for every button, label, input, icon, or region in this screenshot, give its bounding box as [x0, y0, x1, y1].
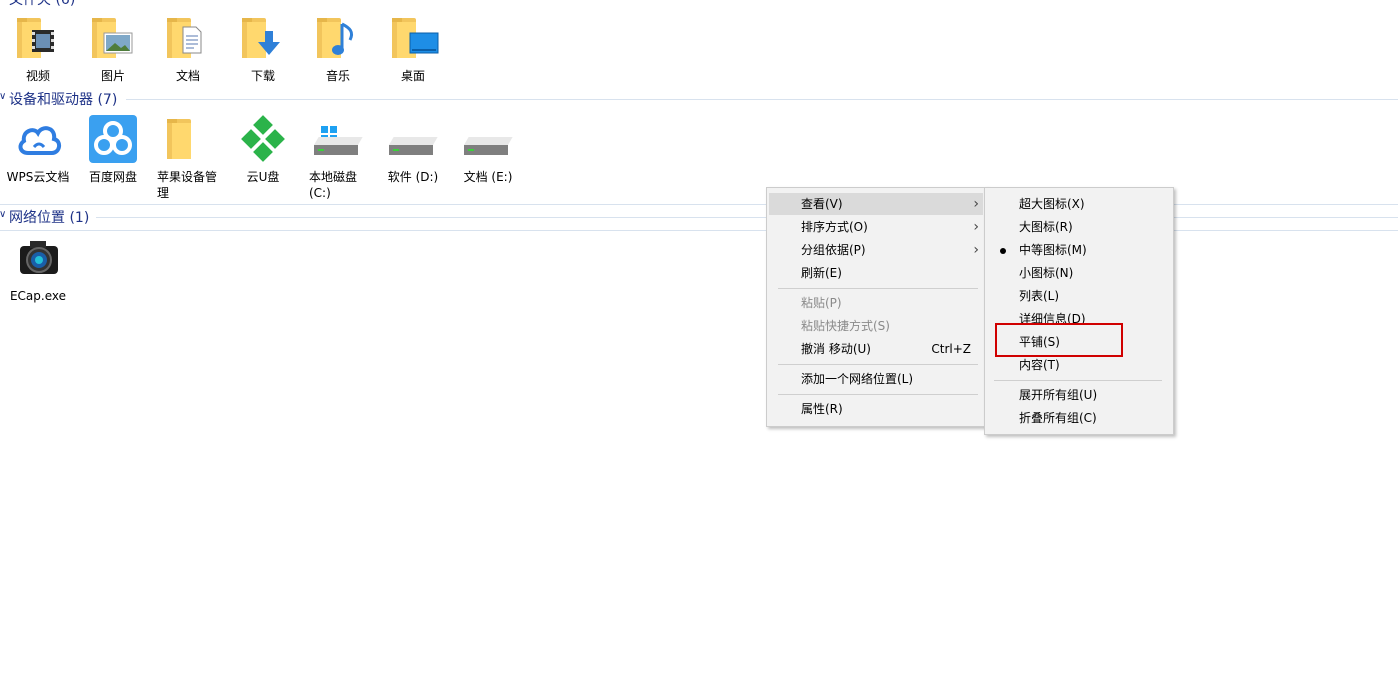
- menu-separator: [778, 364, 978, 365]
- device-label: 本地磁盘 (C:): [309, 170, 358, 200]
- chevron-right-icon: ›: [973, 196, 979, 212]
- group-title-network: 网络位置 (1): [9, 210, 90, 226]
- submenu-item-small-icons[interactable]: 小图标(N): [987, 262, 1169, 284]
- group-header-folders[interactable]: 文件夹 (6): [0, 0, 1398, 8]
- video-folder-icon: [10, 16, 66, 66]
- menu-shortcut: Ctrl+Z: [931, 342, 971, 356]
- group-header-network[interactable]: ∨ 网络位置 (1): [0, 208, 1398, 226]
- device-baidu-netdisk[interactable]: 百度网盘: [78, 115, 148, 185]
- folder-label: 文档: [175, 69, 200, 83]
- folder-pictures[interactable]: 图片: [78, 16, 148, 84]
- network-item-label: ECap.exe: [9, 289, 67, 303]
- baidu-netdisk-icon: [85, 115, 141, 167]
- menu-item-view[interactable]: 查看(V) ›: [769, 193, 983, 215]
- group-divider: [0, 204, 1398, 205]
- device-label: 百度网盘: [88, 170, 137, 184]
- cloud-u-disk-icon: [235, 115, 291, 167]
- folder-music[interactable]: 音乐: [303, 16, 373, 84]
- chevron-down-icon[interactable]: ∨: [0, 209, 6, 220]
- context-menu: 查看(V) › 排序方式(O) › 分组依据(P) › 刷新(E) 粘贴(P) …: [766, 187, 988, 427]
- menu-separator: [778, 394, 978, 395]
- chevron-right-icon: ›: [973, 242, 979, 258]
- device-drive-d[interactable]: 软件 (D:): [378, 117, 448, 185]
- folder-label: 图片: [100, 69, 125, 83]
- device-apple-manager[interactable]: 苹果设备管理: [153, 117, 223, 201]
- submenu-item-medium-icons[interactable]: 中等图标(M): [987, 239, 1169, 261]
- network-item-ecap[interactable]: ECap.exe: [3, 236, 73, 304]
- view-submenu: 超大图标(X) 大图标(R) 中等图标(M) 小图标(N) 列表(L) 详细信息…: [984, 187, 1174, 435]
- submenu-item-list[interactable]: 列表(L): [987, 285, 1169, 307]
- submenu-item-expand-all-groups[interactable]: 展开所有组(U): [987, 384, 1169, 406]
- menu-item-properties[interactable]: 属性(R): [769, 398, 983, 420]
- downloads-folder-icon: [235, 16, 291, 66]
- device-drive-e[interactable]: 文档 (E:): [453, 117, 523, 185]
- group-title-devices: 设备和驱动器 (7): [9, 92, 118, 108]
- folder-label: 视频: [25, 69, 50, 83]
- device-cloud-u-disk[interactable]: 云U盘: [228, 115, 298, 185]
- drive-icon: [460, 117, 516, 167]
- music-folder-icon: [310, 16, 366, 66]
- menu-item-group-by[interactable]: 分组依据(P) ›: [769, 239, 983, 261]
- folder-label: 桌面: [400, 69, 425, 83]
- folder-downloads[interactable]: 下载: [228, 16, 298, 84]
- folder-icon: [160, 117, 216, 167]
- wps-cloud-icon: [10, 117, 66, 167]
- pictures-folder-icon: [85, 16, 141, 66]
- device-label: 云U盘: [246, 170, 280, 184]
- folder-documents[interactable]: 文档: [153, 16, 223, 84]
- menu-separator: [994, 380, 1162, 381]
- device-label: 苹果设备管理: [157, 170, 218, 200]
- device-wps-cloud[interactable]: WPS云文档: [3, 117, 73, 185]
- group-divider: [96, 217, 1398, 218]
- device-drive-c[interactable]: 本地磁盘 (C:): [303, 117, 373, 201]
- chevron-down-icon[interactable]: ∨: [0, 91, 6, 102]
- submenu-item-collapse-all-groups[interactable]: 折叠所有组(C): [987, 407, 1169, 429]
- group-divider: [0, 230, 1398, 231]
- submenu-item-extra-large-icons[interactable]: 超大图标(X): [987, 193, 1169, 215]
- submenu-item-large-icons[interactable]: 大图标(R): [987, 216, 1169, 238]
- group-title-folders: 文件夹 (6): [9, 0, 76, 8]
- group-header-devices[interactable]: ∨ 设备和驱动器 (7): [0, 90, 1398, 108]
- selected-bullet-icon: [1000, 248, 1006, 254]
- folder-videos[interactable]: 视频: [3, 16, 73, 84]
- menu-item-sort[interactable]: 排序方式(O) ›: [769, 216, 983, 238]
- group-divider: [126, 99, 1398, 100]
- system-drive-icon: [310, 117, 366, 167]
- desktop-folder-icon: [385, 16, 441, 66]
- menu-separator: [778, 288, 978, 289]
- submenu-item-content[interactable]: 内容(T): [987, 354, 1169, 376]
- annotation-highlight-box: [995, 323, 1123, 357]
- device-label: WPS云文档: [6, 170, 70, 184]
- folder-label: 下载: [250, 69, 275, 83]
- menu-item-paste-shortcut: 粘贴快捷方式(S): [801, 319, 890, 333]
- folder-label: 音乐: [325, 69, 350, 83]
- menu-item-add-network-location[interactable]: 添加一个网络位置(L): [769, 368, 983, 390]
- documents-folder-icon: [160, 16, 216, 66]
- menu-item-undo[interactable]: 撤消 移动(U) Ctrl+Z: [769, 338, 983, 360]
- menu-item-paste: 粘贴(P): [801, 296, 842, 310]
- device-label: 文档 (E:): [463, 170, 513, 184]
- camera-app-icon: [10, 236, 66, 286]
- device-label: 软件 (D:): [387, 170, 439, 184]
- menu-item-refresh[interactable]: 刷新(E): [769, 262, 983, 284]
- folder-desktop[interactable]: 桌面: [378, 16, 448, 84]
- drive-icon: [385, 117, 441, 167]
- chevron-right-icon: ›: [973, 219, 979, 235]
